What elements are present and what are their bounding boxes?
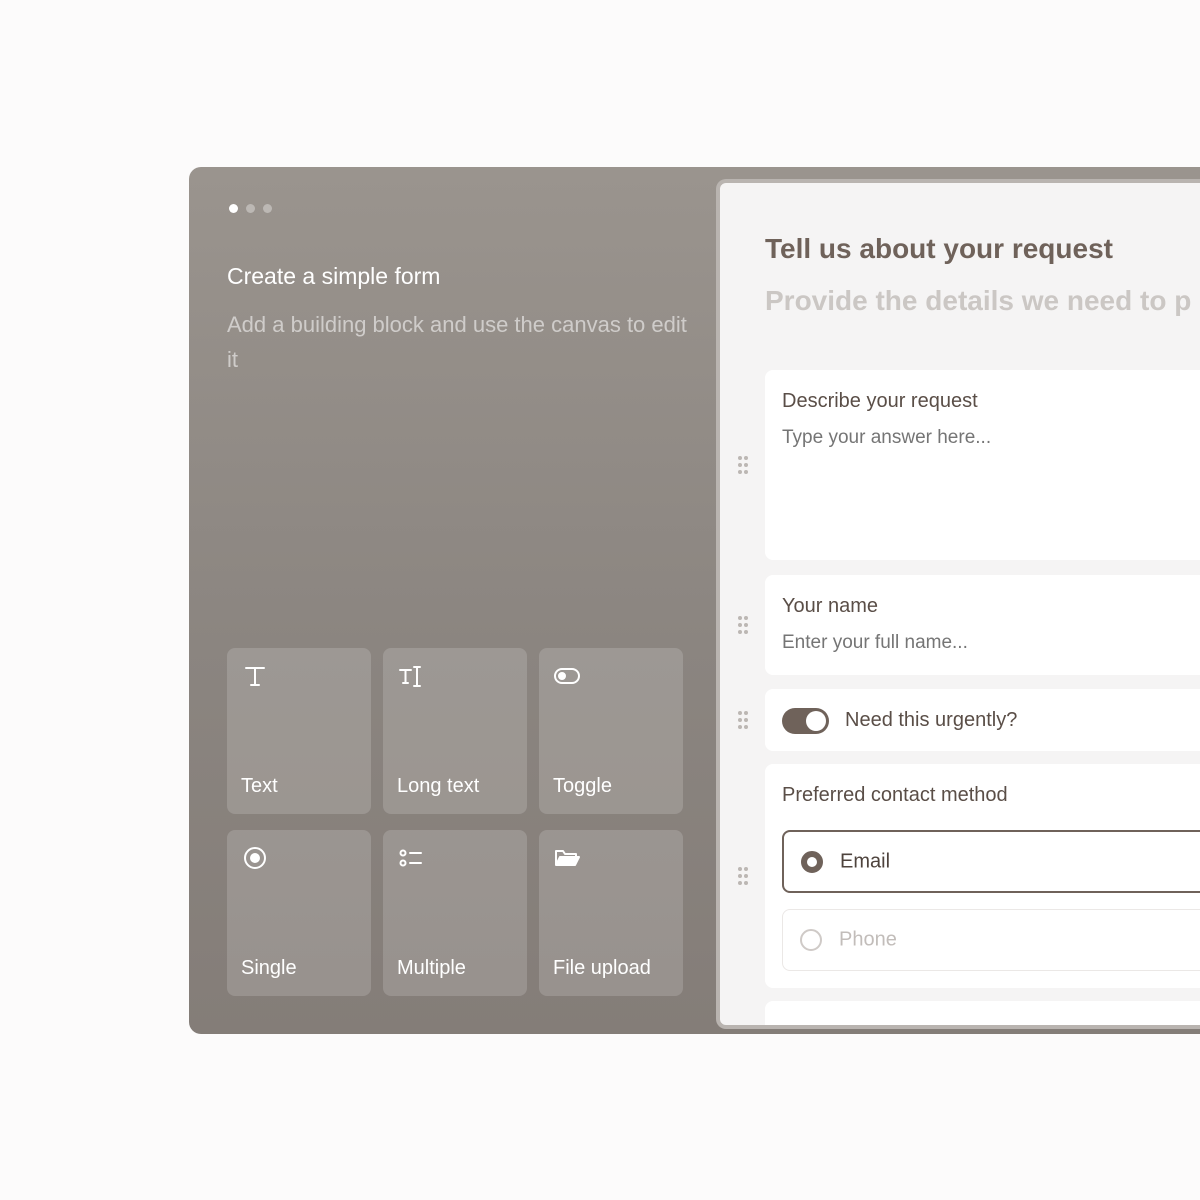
carousel-dot-3[interactable]	[263, 204, 272, 213]
block-label: File upload	[553, 957, 651, 979]
drag-handle-icon[interactable]	[737, 615, 749, 635]
drag-handle-icon[interactable]	[737, 866, 749, 886]
carousel-dot-2[interactable]	[246, 204, 255, 213]
field-card-name[interactable]: Your name	[765, 575, 1200, 675]
block-label: Long text	[397, 775, 480, 797]
long-text-icon	[399, 666, 421, 687]
building-blocks-grid: Text Long text Toggle Single Multiple Fi…	[227, 648, 685, 996]
urgent-toggle[interactable]	[782, 708, 829, 734]
request-input[interactable]	[782, 427, 1200, 449]
radio-selected-icon	[801, 850, 823, 873]
field-card-request[interactable]: Describe your request	[765, 370, 1200, 560]
field-card-contact[interactable]: Preferred contact method Email Phone	[765, 764, 1200, 988]
field-label: Your name	[782, 595, 878, 617]
field-card-next[interactable]	[765, 1001, 1200, 1025]
block-text[interactable]: Text	[227, 648, 371, 814]
carousel-dot-1[interactable]	[229, 204, 238, 213]
drag-handle-icon[interactable]	[737, 455, 749, 475]
field-label: Preferred contact method	[782, 784, 1008, 806]
intro-subtitle: Add a building block and use the canvas …	[227, 312, 687, 372]
block-label: Single	[241, 957, 297, 979]
radio-unselected-icon	[800, 929, 822, 951]
block-label: Text	[241, 775, 278, 797]
field-card-urgent[interactable]: Need this urgently?	[765, 689, 1200, 751]
folder-icon	[555, 850, 580, 866]
name-input[interactable]	[782, 632, 1200, 654]
intro-title: Create a simple form	[227, 263, 441, 289]
form-title[interactable]: Tell us about your request	[765, 233, 1113, 265]
option-label: Email	[840, 850, 891, 872]
block-long-text[interactable]: Long text	[383, 648, 527, 814]
option-email[interactable]: Email	[782, 830, 1200, 893]
option-label: Phone	[839, 928, 897, 951]
block-label: Multiple	[397, 957, 466, 979]
field-label: Need this urgently?	[845, 709, 1018, 731]
block-toggle[interactable]: Toggle	[539, 648, 683, 814]
text-icon	[245, 667, 265, 686]
field-label: Describe your request	[782, 390, 978, 412]
option-phone[interactable]: Phone	[782, 909, 1200, 971]
drag-handle-icon[interactable]	[737, 710, 749, 730]
block-multiple[interactable]: Multiple	[383, 830, 527, 996]
block-label: Toggle	[553, 775, 612, 797]
block-single[interactable]: Single	[227, 830, 371, 996]
toggle-icon	[554, 668, 580, 684]
carousel-dots	[229, 204, 272, 213]
block-file-upload[interactable]: File upload	[539, 830, 683, 996]
list-icon	[399, 849, 422, 867]
form-canvas: Tell us about your request Provide the d…	[716, 179, 1200, 1029]
toggle-knob	[806, 711, 826, 731]
form-builder-window: Create a simple form Add a building bloc…	[189, 167, 1200, 1034]
form-subtitle[interactable]: Provide the details we need to p	[765, 285, 1191, 317]
radio-icon	[244, 847, 266, 869]
